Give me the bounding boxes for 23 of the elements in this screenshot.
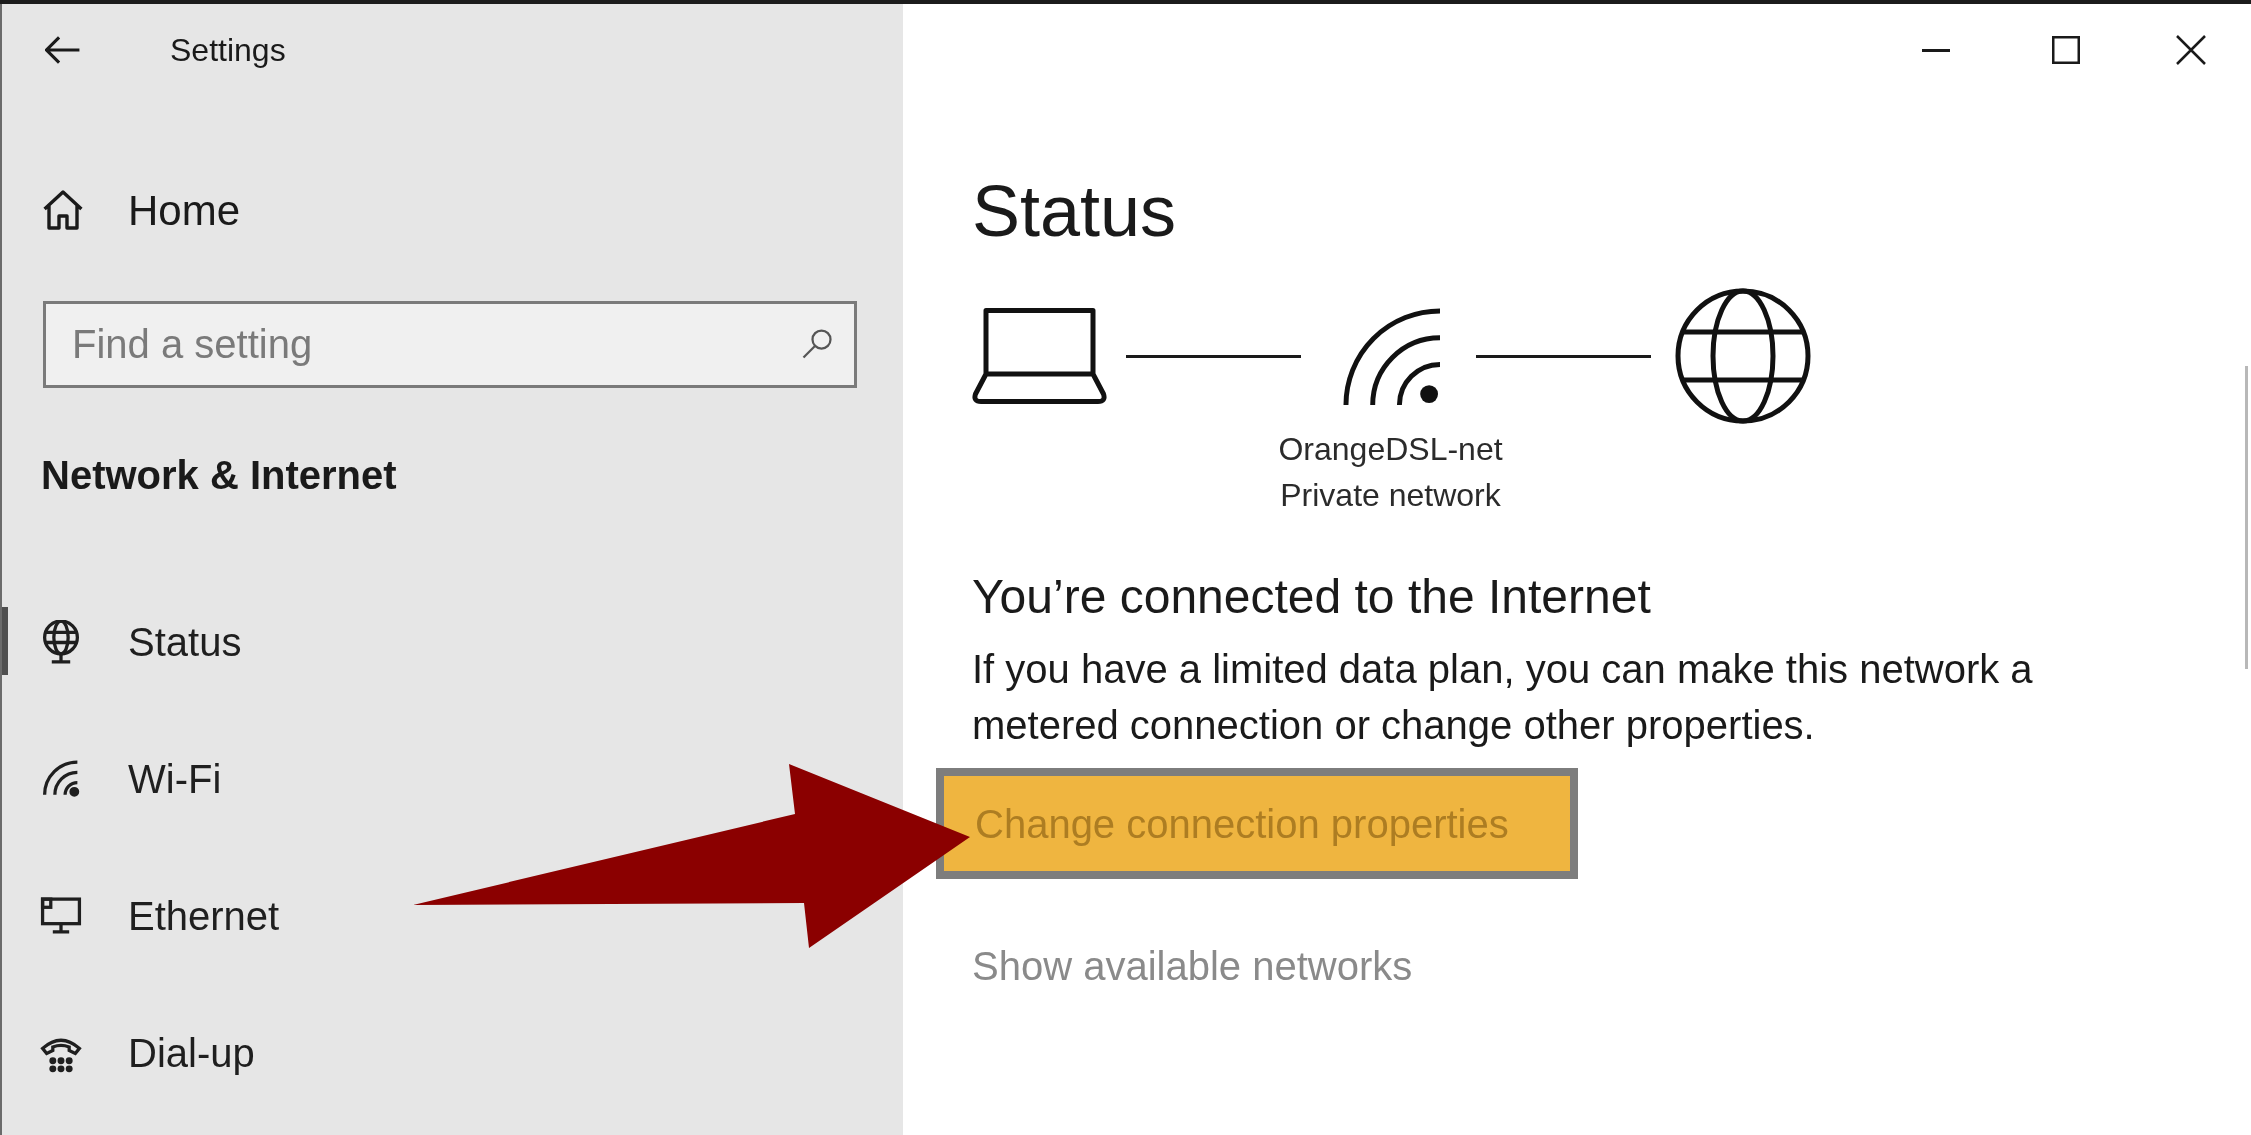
maximize-icon	[2052, 36, 2080, 64]
home-icon	[43, 190, 83, 230]
sidebar-item[interactable]: Dial-up	[2, 984, 903, 1121]
sidebar-item[interactable]: Wi-Fi	[2, 710, 903, 847]
back-arrow-icon	[45, 35, 81, 65]
globe-icon	[1674, 287, 1812, 425]
sidebar-item[interactable]: Status	[2, 573, 903, 710]
laptop-icon	[972, 308, 1107, 404]
description-text: If you have a limited data plan, you can make this network a metered connection or change other properties.	[972, 646, 2034, 749]
network-type: Private network	[1280, 476, 1501, 515]
scrollbar[interactable]	[2245, 366, 2248, 669]
connection-heading: You’re connected to the Internet	[972, 569, 1651, 625]
page-title: Status	[972, 170, 1177, 253]
minimize-icon	[1922, 48, 1950, 52]
home-item[interactable]: Home	[2, 153, 903, 267]
network-name: OrangeDSL-net	[1278, 430, 1503, 469]
window-title: Settings	[170, 31, 286, 70]
search-field[interactable]: Find a setting	[43, 301, 857, 388]
wifi-signal-icon	[1343, 307, 1440, 405]
section-heading: Network & Internet	[41, 452, 397, 499]
sidebar-item[interactable]: Ethernet	[2, 847, 903, 984]
search-icon[interactable]	[802, 329, 832, 359]
close-icon	[2176, 35, 2206, 65]
